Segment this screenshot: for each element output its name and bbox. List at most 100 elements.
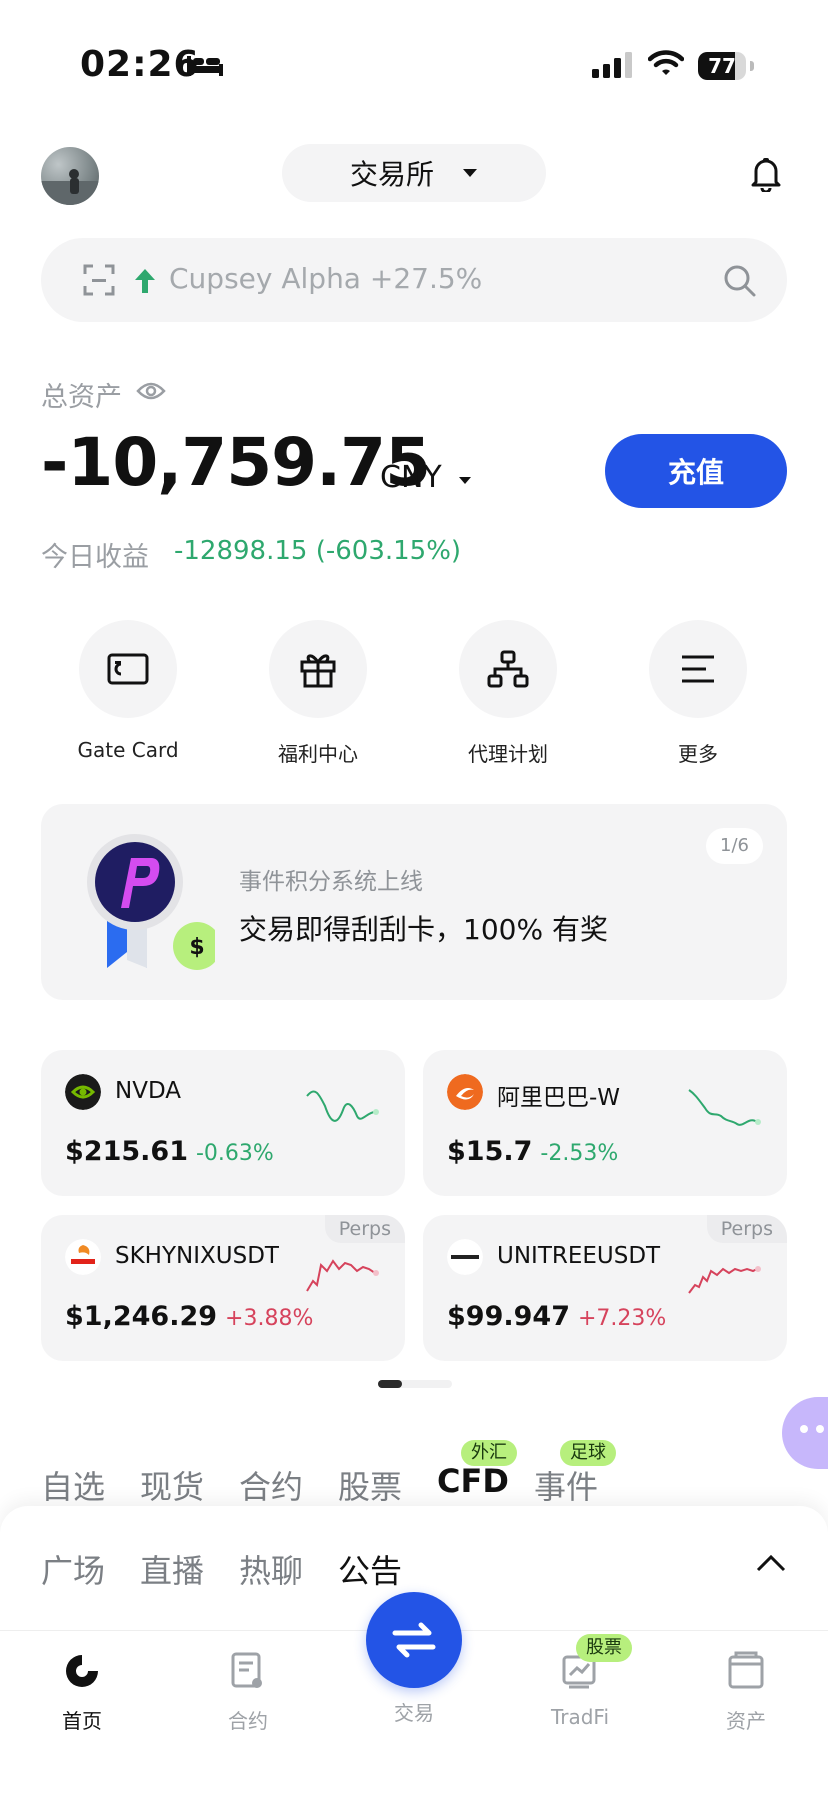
tab-cfd[interactable]: CFD — [437, 1462, 509, 1500]
deposit-button[interactable]: 充值 — [605, 434, 787, 508]
ticker-card-alibaba[interactable]: 阿里巴巴-W $15.7 -2.53% — [423, 1050, 787, 1196]
shortcut-gate-card[interactable]: Gate Card — [68, 620, 188, 762]
nav-label: 首页 — [62, 1709, 102, 1733]
search-icon[interactable] — [723, 264, 757, 298]
tab-stocks[interactable]: 股票 — [338, 1462, 402, 1508]
battery-indicator: 77 — [698, 52, 754, 80]
ticker-price: $15.7 — [447, 1136, 533, 1167]
nav-trade[interactable]: 交易 — [354, 1687, 474, 1726]
ticker-price: $1,246.29 — [65, 1301, 218, 1332]
nav-futures[interactable]: 合约 — [188, 1651, 308, 1734]
sparkline-chart — [306, 1259, 379, 1292]
exchange-selector[interactable]: 交易所 — [282, 144, 546, 202]
avatar[interactable] — [41, 147, 99, 205]
nav-assets[interactable]: 资产 — [686, 1651, 806, 1734]
sparkline-chart — [688, 1089, 761, 1126]
today-pnl-value: -12898.15 (-603.15%) — [174, 536, 462, 566]
trend-up-arrow-icon — [135, 269, 155, 293]
ticker-price-row: $15.7 -2.53% — [447, 1136, 618, 1167]
shortcut-rewards[interactable]: 福利中心 — [258, 620, 378, 767]
tab-announcements[interactable]: 公告 — [338, 1546, 402, 1592]
medal-badge-icon: $ — [87, 834, 215, 970]
ticker-card-nvda[interactable]: NVDA $215.61 -0.63% — [41, 1050, 405, 1196]
perps-tag: Perps — [324, 1215, 405, 1243]
football-badge: 足球 — [560, 1440, 616, 1466]
banner-title: 交易即得刮刮卡，100% 有奖 — [239, 913, 608, 946]
shortcut-label: 更多 — [678, 742, 718, 766]
swap-icon — [392, 1622, 436, 1658]
shortcut-label: 代理计划 — [468, 742, 548, 766]
ticker-name: NVDA — [115, 1078, 181, 1104]
promo-banner[interactable]: $ 事件积分系统上线 交易即得刮刮卡，100% 有奖 1/6 — [41, 804, 787, 1000]
ticker-name: UNITREEUSDT — [497, 1243, 661, 1269]
forex-badge: 外汇 — [461, 1440, 517, 1466]
scan-icon[interactable] — [83, 264, 115, 296]
ticker-price: $215.61 — [65, 1136, 188, 1167]
ticker-change: -0.63% — [195, 1141, 274, 1166]
banner-pager: 1/6 — [706, 828, 763, 864]
search-bar[interactable]: Cupsey Alpha +27.5% — [41, 238, 787, 322]
sparkline-chart — [688, 1266, 761, 1294]
card-icon — [107, 653, 149, 685]
tab-live[interactable]: 直播 — [140, 1546, 204, 1592]
eye-icon[interactable] — [136, 380, 166, 402]
nav-label: 合约 — [228, 1709, 268, 1733]
tab-spot[interactable]: 现货 — [140, 1462, 204, 1508]
total-assets-label: 总资产 — [41, 382, 122, 413]
gift-icon — [300, 654, 336, 688]
wallet-icon — [728, 1651, 764, 1689]
chevron-up-icon[interactable] — [756, 1554, 786, 1572]
status-time: 02:26 — [80, 44, 200, 85]
tab-hot-chat[interactable]: 热聊 — [239, 1546, 303, 1592]
nav-tradfi[interactable]: TradFi — [520, 1651, 640, 1729]
carousel-pager — [378, 1380, 452, 1388]
unitree-logo-icon — [447, 1239, 483, 1275]
perps-tag: Perps — [706, 1215, 787, 1243]
search-placeholder: Cupsey Alpha +27.5% — [169, 262, 483, 295]
stocks-badge: 股票 — [576, 1634, 632, 1662]
balance-currency[interactable]: CNY — [380, 460, 442, 495]
currency-caret-icon[interactable] — [458, 476, 472, 485]
ticker-name: SKHYNIXUSDT — [115, 1243, 279, 1269]
home-icon — [66, 1655, 98, 1687]
ticker-price-row: $215.61 -0.63% — [65, 1136, 274, 1167]
nav-label: TradFi — [550, 1705, 610, 1729]
shortcut-more[interactable]: 更多 — [638, 620, 758, 767]
ticker-price-row: $1,246.29 +3.88% — [65, 1301, 313, 1332]
tab-square[interactable]: 广场 — [41, 1546, 105, 1592]
assistant-bubble[interactable] — [782, 1397, 828, 1469]
nav-home[interactable]: 首页 — [22, 1651, 142, 1734]
ticker-card-skhynix[interactable]: Perps SKHYNIXUSDT $1,246.29 +3.88% — [41, 1215, 405, 1361]
battery-percent: 77 — [708, 54, 736, 78]
shortcut-affiliate[interactable]: 代理计划 — [448, 620, 568, 767]
assistant-face-icon — [800, 1425, 824, 1433]
nvidia-logo-icon — [65, 1074, 101, 1110]
tab-events[interactable]: 事件 — [534, 1462, 598, 1508]
wifi-icon — [648, 50, 684, 75]
contract-icon — [231, 1652, 262, 1688]
exchange-label: 交易所 — [349, 158, 434, 191]
ticker-name: 阿里巴巴-W — [497, 1085, 621, 1111]
notification-bell-icon[interactable] — [750, 156, 782, 192]
sparkline-chart — [306, 1090, 379, 1122]
alibaba-logo-icon — [447, 1074, 483, 1110]
tab-futures[interactable]: 合约 — [239, 1462, 303, 1508]
caret-down-icon — [463, 169, 477, 177]
cellular-signal-icon — [592, 52, 632, 78]
ticker-price-row: $99.947 +7.23% — [447, 1301, 666, 1332]
banner-subtitle: 事件积分系统上线 — [239, 869, 423, 895]
sleep-focus-icon — [187, 56, 223, 76]
sk-hynix-logo-icon — [65, 1239, 101, 1275]
ticker-card-unitree[interactable]: Perps UNITREEUSDT $99.947 +7.23% — [423, 1215, 787, 1361]
shortcut-label: 福利中心 — [278, 742, 358, 766]
ticker-change: +3.88% — [225, 1306, 314, 1331]
hierarchy-icon — [487, 650, 529, 688]
ticker-change: -2.53% — [540, 1141, 619, 1166]
trade-button[interactable] — [366, 1592, 462, 1688]
ticker-change: +7.23% — [577, 1306, 667, 1331]
ticker-price: $99.947 — [447, 1301, 570, 1332]
nav-label: 资产 — [726, 1709, 766, 1733]
nav-label: 交易 — [394, 1701, 434, 1725]
menu-icon — [682, 655, 714, 683]
tab-watchlist[interactable]: 自选 — [41, 1462, 105, 1508]
